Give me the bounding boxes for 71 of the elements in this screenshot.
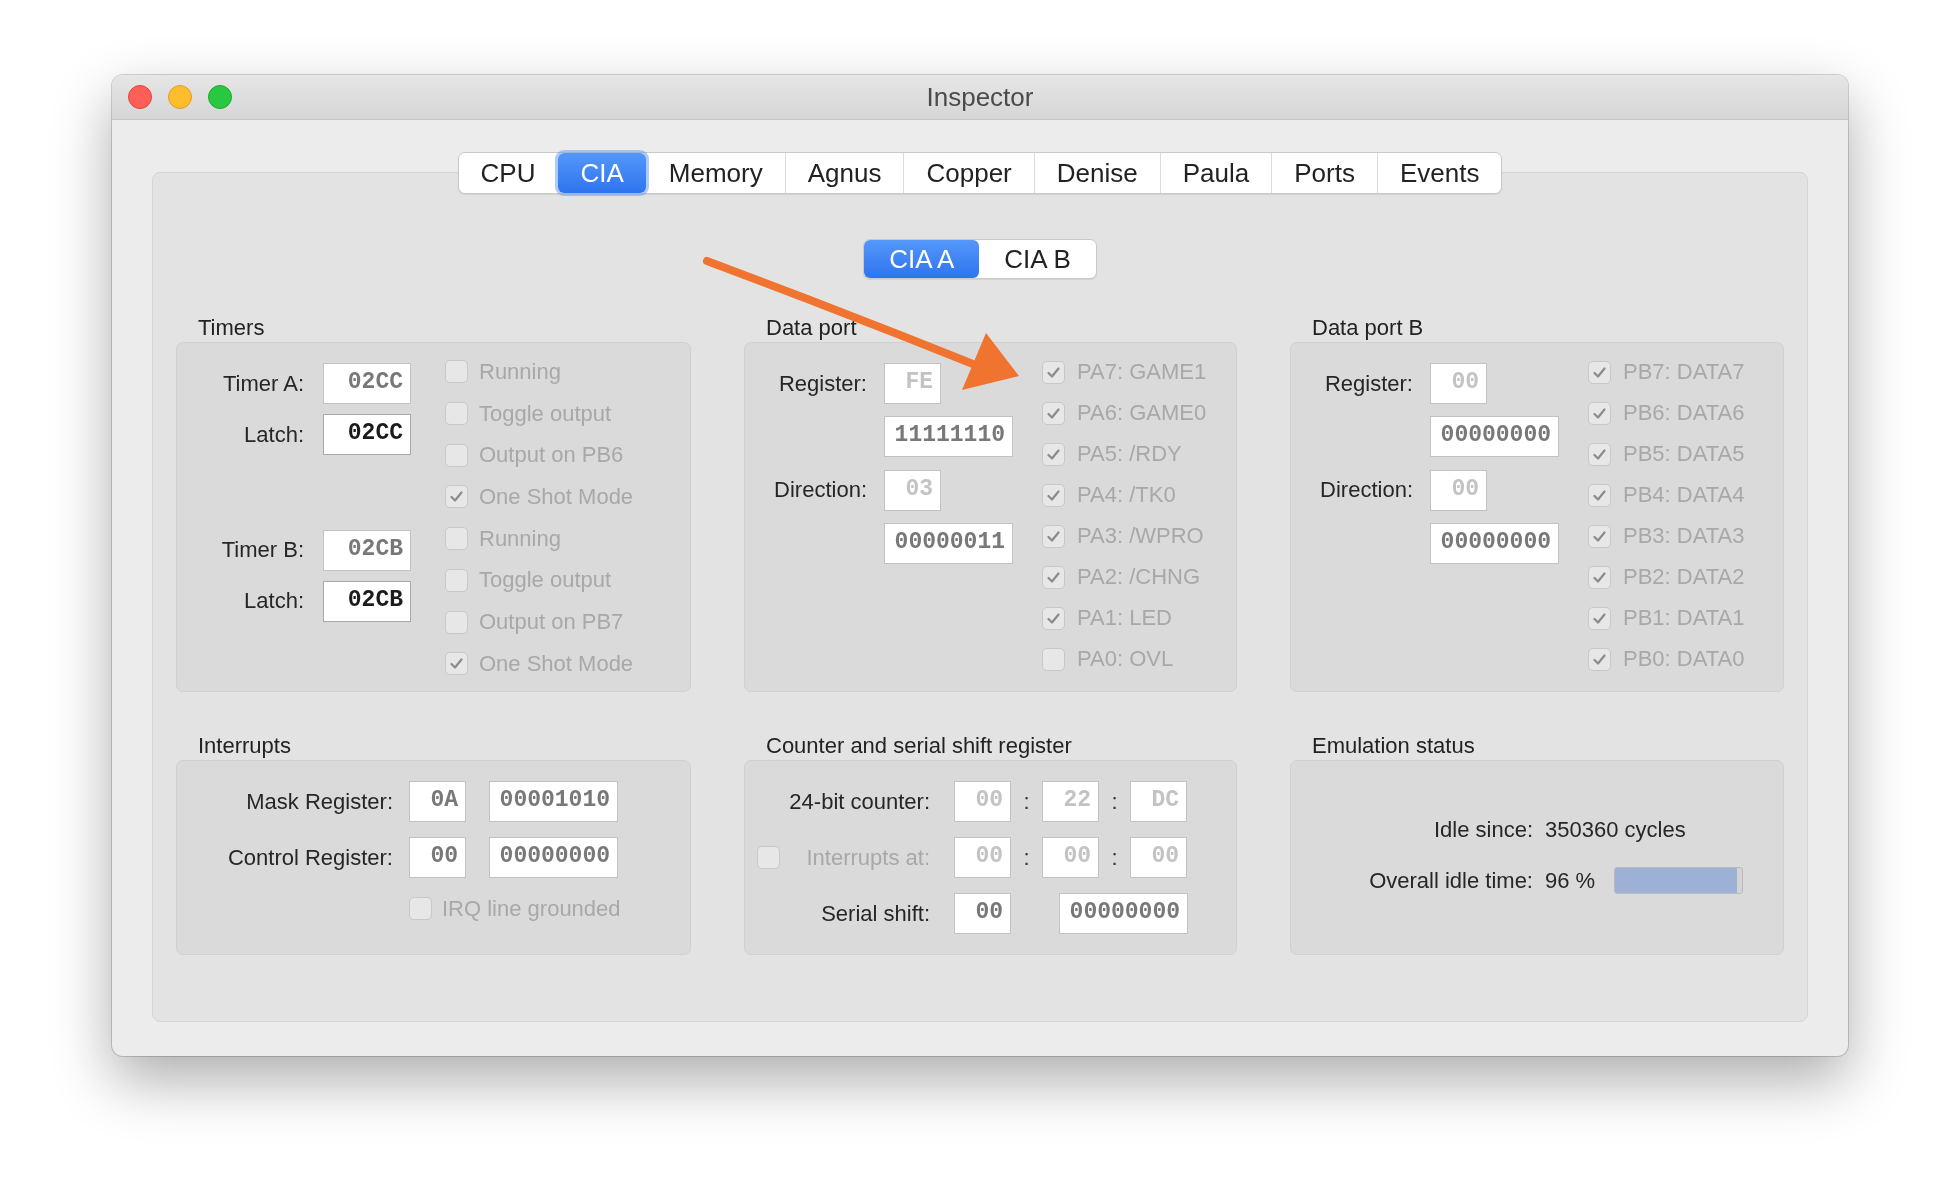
hex-field[interactable]: 00	[954, 893, 1011, 934]
field-label: Timer B:	[221, 537, 304, 564]
tab[interactable]: CPU	[458, 153, 558, 193]
colon-separator: :	[1023, 844, 1030, 871]
field-label: Control Register:	[227, 844, 393, 871]
binary-field[interactable]: 00000000	[1430, 522, 1559, 564]
tab[interactable]: Paula	[1159, 153, 1272, 193]
checkmark-icon	[450, 658, 463, 670]
close-button[interactable]	[128, 85, 152, 109]
group-title: Emulation status	[1312, 732, 1475, 760]
colon-separator: :	[1023, 788, 1030, 815]
field-label: Overall idle time:	[1369, 867, 1533, 894]
checkmark-icon	[1593, 448, 1606, 460]
tab[interactable]: Ports	[1271, 153, 1377, 193]
field-label: Mask Register:	[246, 788, 393, 815]
status-value: 96 %	[1545, 867, 1596, 894]
group-title: Counter and serial shift register	[766, 732, 1072, 760]
field-label: Latch:	[244, 421, 304, 448]
checkmark-icon	[450, 491, 463, 503]
field-label: Register:	[778, 370, 867, 397]
checkmark-icon	[1047, 571, 1060, 583]
tab[interactable]: Denise	[1033, 153, 1160, 193]
segment-tab[interactable]: CIA B	[979, 240, 1096, 278]
group-title: Data port	[766, 314, 857, 342]
binary-field[interactable]: 00000000	[1059, 893, 1188, 934]
binary-field[interactable]: 11111110	[884, 416, 1013, 458]
binary-field[interactable]: 00000011	[884, 522, 1013, 564]
checkmark-icon	[1047, 489, 1060, 501]
zoom-button[interactable]	[208, 85, 232, 109]
binary-field[interactable]: 00001010	[489, 781, 618, 822]
counter-field[interactable]: 02CB	[323, 529, 411, 571]
field-label: Direction:	[774, 477, 867, 504]
binary-field[interactable]: 00000000	[1430, 416, 1559, 458]
tab[interactable]: Agnus	[784, 153, 904, 193]
group-title: Timers	[198, 314, 265, 342]
hex-field[interactable]: 00	[409, 837, 466, 878]
counter-field[interactable]: 02CC	[323, 363, 411, 404]
group-title: Data port B	[1312, 314, 1424, 342]
checkmark-icon	[1047, 612, 1060, 624]
checkmark-icon	[1593, 612, 1606, 624]
latch-field[interactable]: 02CC	[323, 414, 411, 455]
checkmark-icon	[1047, 448, 1060, 460]
minimize-button[interactable]	[168, 85, 192, 109]
status-value: 350360 cycles	[1545, 816, 1686, 843]
field-label: 24-bit counter:	[789, 788, 930, 815]
checkmark-icon	[1593, 407, 1606, 419]
checkmark-icon	[1593, 366, 1606, 378]
checkmark-icon	[1593, 489, 1606, 501]
field-label: Idle since:	[1433, 816, 1533, 843]
colon-separator: :	[1111, 844, 1118, 871]
segment-tab[interactable]: CIA A	[864, 240, 980, 278]
colon-separator: :	[1111, 788, 1118, 815]
binary-field[interactable]: 00000000	[489, 837, 618, 878]
field-label: Serial shift:	[821, 900, 930, 927]
hex-field[interactable]: 0A	[409, 781, 466, 822]
field-label: Timer A:	[222, 370, 304, 397]
field-label: Direction:	[1320, 477, 1413, 504]
field-label: Latch:	[244, 588, 304, 615]
tab[interactable]: Copper	[903, 153, 1034, 193]
checkmark-icon	[1593, 653, 1606, 665]
group-title: Interrupts	[198, 732, 291, 760]
latch-field[interactable]: 02CB	[323, 580, 411, 622]
checkmark-icon	[1593, 530, 1606, 542]
checkmark-icon	[1047, 366, 1060, 378]
field-label: Register:	[1324, 370, 1413, 397]
window-title: Inspector	[926, 81, 1034, 113]
tab[interactable]: Memory	[645, 153, 785, 193]
checkmark-icon	[1047, 407, 1060, 419]
checkmark-icon	[1047, 530, 1060, 542]
checkmark-icon	[1593, 571, 1606, 583]
tab[interactable]: CIA	[557, 153, 646, 193]
